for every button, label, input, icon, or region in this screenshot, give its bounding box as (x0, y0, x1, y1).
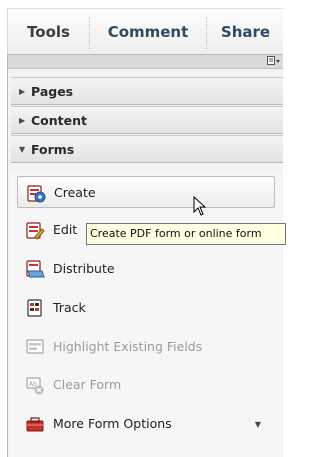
expand-arrow-icon: ▶ (19, 87, 26, 96)
clear-form-label: Clear Form (53, 377, 122, 392)
tab-share[interactable]: Share (207, 9, 284, 55)
distribute-form-icon (26, 260, 45, 278)
section-forms[interactable]: ▼ Forms (11, 135, 283, 163)
forms-more-options-button[interactable]: More Form Options ▼ (17, 408, 275, 440)
forms-track-button[interactable]: Track (17, 292, 275, 324)
distribute-label: Distribute (53, 261, 115, 276)
toolbox-icon (26, 417, 44, 432)
clear-form-icon: Ab (26, 377, 44, 395)
highlight-fields-label: Highlight Existing Fields (53, 339, 203, 354)
forms-highlight-fields-button[interactable]: Highlight Existing Fields (17, 331, 275, 363)
create-form-icon (27, 185, 46, 203)
expand-arrow-icon: ▶ (19, 116, 26, 125)
section-pages-label: Pages (31, 84, 74, 99)
tooltip: Create PDF form or online form (86, 223, 286, 245)
tabs-bar: Tools Comment Share (7, 8, 283, 54)
forms-create-button[interactable]: Create (17, 176, 275, 208)
forms-clear-button[interactable]: Ab Clear Form (17, 369, 275, 401)
chevron-down-icon[interactable]: ▼ (255, 420, 261, 429)
collapse-arrow-icon: ▼ (19, 145, 26, 154)
section-forms-label: Forms (31, 142, 75, 157)
forms-section-body: Create Edit Distribute Track Highlight E… (10, 172, 282, 457)
section-content-label: Content (31, 113, 87, 128)
tab-tools[interactable]: Tools (8, 9, 89, 55)
section-pages[interactable]: ▶ Pages (11, 77, 283, 105)
tab-comment[interactable]: Comment (90, 9, 206, 55)
more-options-label: More Form Options (53, 416, 172, 431)
mouse-cursor-icon (193, 196, 207, 216)
edit-label: Edit (53, 222, 78, 237)
edit-form-icon (26, 222, 45, 240)
track-label: Track (53, 300, 86, 315)
create-label: Create (54, 185, 96, 200)
panel-options-icon[interactable] (267, 56, 281, 66)
highlight-fields-icon (26, 339, 44, 354)
forms-distribute-button[interactable]: Distribute (17, 253, 275, 285)
section-content[interactable]: ▶ Content (11, 106, 283, 134)
panel-toolbar (8, 55, 283, 69)
track-form-icon (27, 299, 42, 317)
